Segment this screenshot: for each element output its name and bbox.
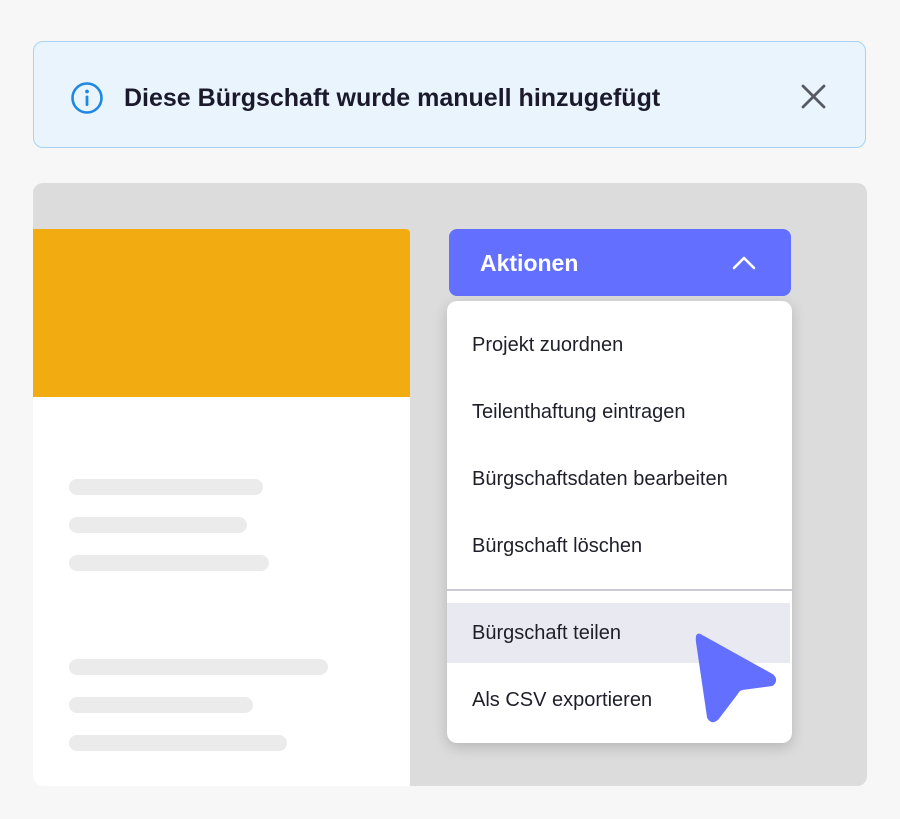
close-icon[interactable] <box>798 81 830 113</box>
menu-item-buergschaft-loeschen[interactable]: Bürgschaft löschen <box>447 516 792 576</box>
info-icon <box>71 82 103 114</box>
menu-item-label: Teilenthaftung eintragen <box>472 401 686 423</box>
menu-divider <box>447 589 792 591</box>
card-header-image <box>33 229 410 397</box>
banner-message: Diese Bürgschaft wurde manuell hinzugefü… <box>124 84 661 112</box>
skeleton-line <box>69 659 328 675</box>
menu-item-buergschaftsdaten-bearbeiten[interactable]: Bürgschaftsdaten bearbeiten <box>447 449 792 509</box>
menu-item-projekt-zuordnen[interactable]: Projekt zuordnen <box>447 315 792 375</box>
pointer-arrow-icon <box>695 633 776 723</box>
menu-item-label: Bürgschaft teilen <box>472 622 621 644</box>
skeleton-line <box>69 479 263 495</box>
skeleton-line <box>69 697 253 713</box>
skeleton-line <box>69 735 287 751</box>
guarantee-card <box>33 229 410 786</box>
menu-item-teilenthaftung-eintragen[interactable]: Teilenthaftung eintragen <box>447 382 792 442</box>
actions-button[interactable]: Aktionen <box>449 229 791 296</box>
menu-item-label: Als CSV exportieren <box>472 689 653 711</box>
actions-button-label: Aktionen <box>480 250 579 276</box>
chevron-up-icon <box>732 256 756 270</box>
skeleton-line <box>69 555 269 571</box>
skeleton-line <box>69 517 247 533</box>
menu-item-label: Bürgschaftsdaten bearbeiten <box>472 468 728 490</box>
menu-item-label: Projekt zuordnen <box>472 334 624 356</box>
menu-item-label: Bürgschaft löschen <box>472 535 643 557</box>
